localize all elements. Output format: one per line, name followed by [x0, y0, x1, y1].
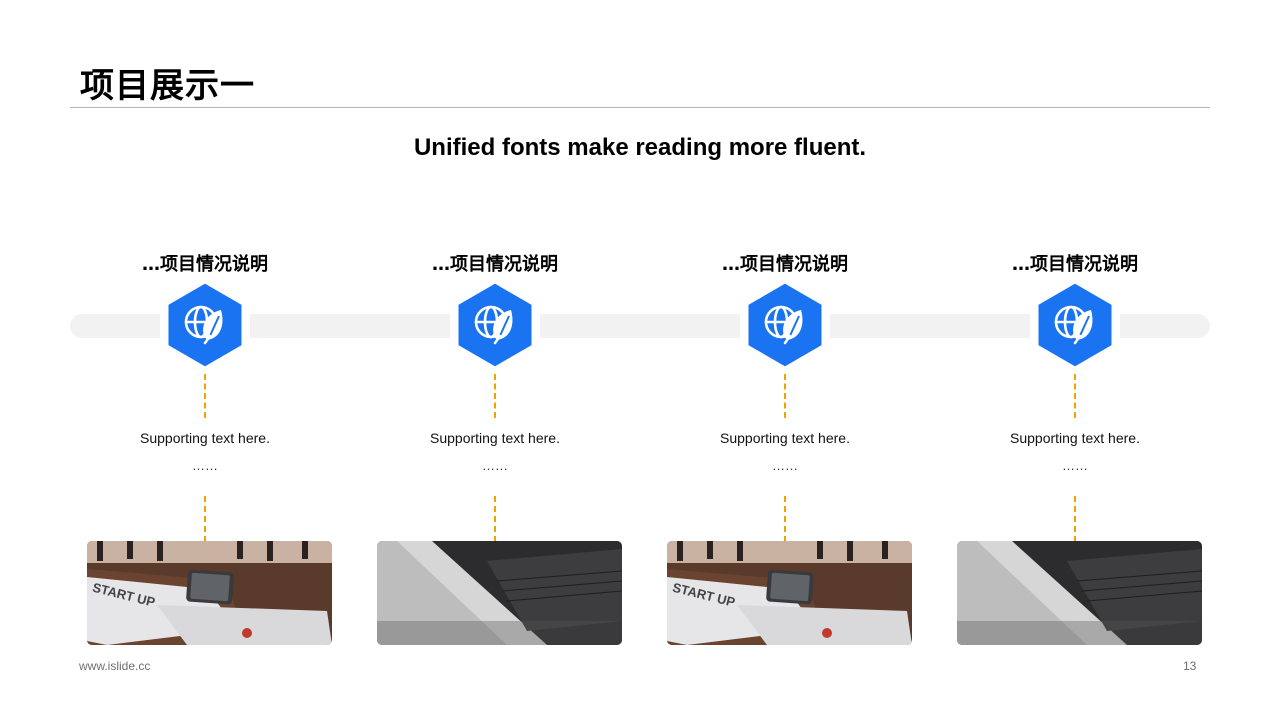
- step-title: …项目情况说明: [142, 254, 268, 275]
- connector-dashed-line: [204, 496, 206, 542]
- desk-photo-image: START UP: [87, 541, 332, 645]
- timeline-step-2: …项目情况说明 Supporting text here. ……: [375, 0, 622, 720]
- connector-dashed-line: [494, 496, 496, 542]
- laptop-photo-image: [957, 541, 1202, 645]
- ellipsis-text: ……: [772, 458, 798, 473]
- timeline-step-4: …项目情况说明 Supporting text here. ……: [955, 0, 1202, 720]
- globe-leaf-icon: [165, 280, 245, 370]
- connector-dashed-line: [204, 374, 206, 418]
- supporting-text: Supporting text here.: [140, 430, 270, 446]
- supporting-text: Supporting text here.: [720, 430, 850, 446]
- ellipsis-text: ……: [1062, 458, 1088, 473]
- step-title: …项目情况说明: [1012, 254, 1138, 275]
- page-number: 13: [1183, 659, 1197, 673]
- ellipsis-text: ……: [192, 458, 218, 473]
- timeline-step-3: …项目情况说明 Supporting text here. …… START U…: [665, 0, 912, 720]
- globe-leaf-icon: [1035, 280, 1115, 370]
- footer-url: www.islide.cc: [79, 659, 151, 673]
- connector-dashed-line: [494, 374, 496, 418]
- connector-dashed-line: [1074, 374, 1076, 418]
- desk-photo-image: START UP: [667, 541, 912, 645]
- timeline-step-1: …项目情况说明 Supporting text here. …… START U…: [85, 0, 332, 720]
- step-title: …项目情况说明: [722, 254, 848, 275]
- connector-dashed-line: [784, 374, 786, 418]
- supporting-text: Supporting text here.: [430, 430, 560, 446]
- ellipsis-text: ……: [482, 458, 508, 473]
- step-title: …项目情况说明: [432, 254, 558, 275]
- connector-dashed-line: [1074, 496, 1076, 542]
- connector-dashed-line: [784, 496, 786, 542]
- globe-leaf-icon: [745, 280, 825, 370]
- supporting-text: Supporting text here.: [1010, 430, 1140, 446]
- laptop-photo-image: [377, 541, 622, 645]
- globe-leaf-icon: [455, 280, 535, 370]
